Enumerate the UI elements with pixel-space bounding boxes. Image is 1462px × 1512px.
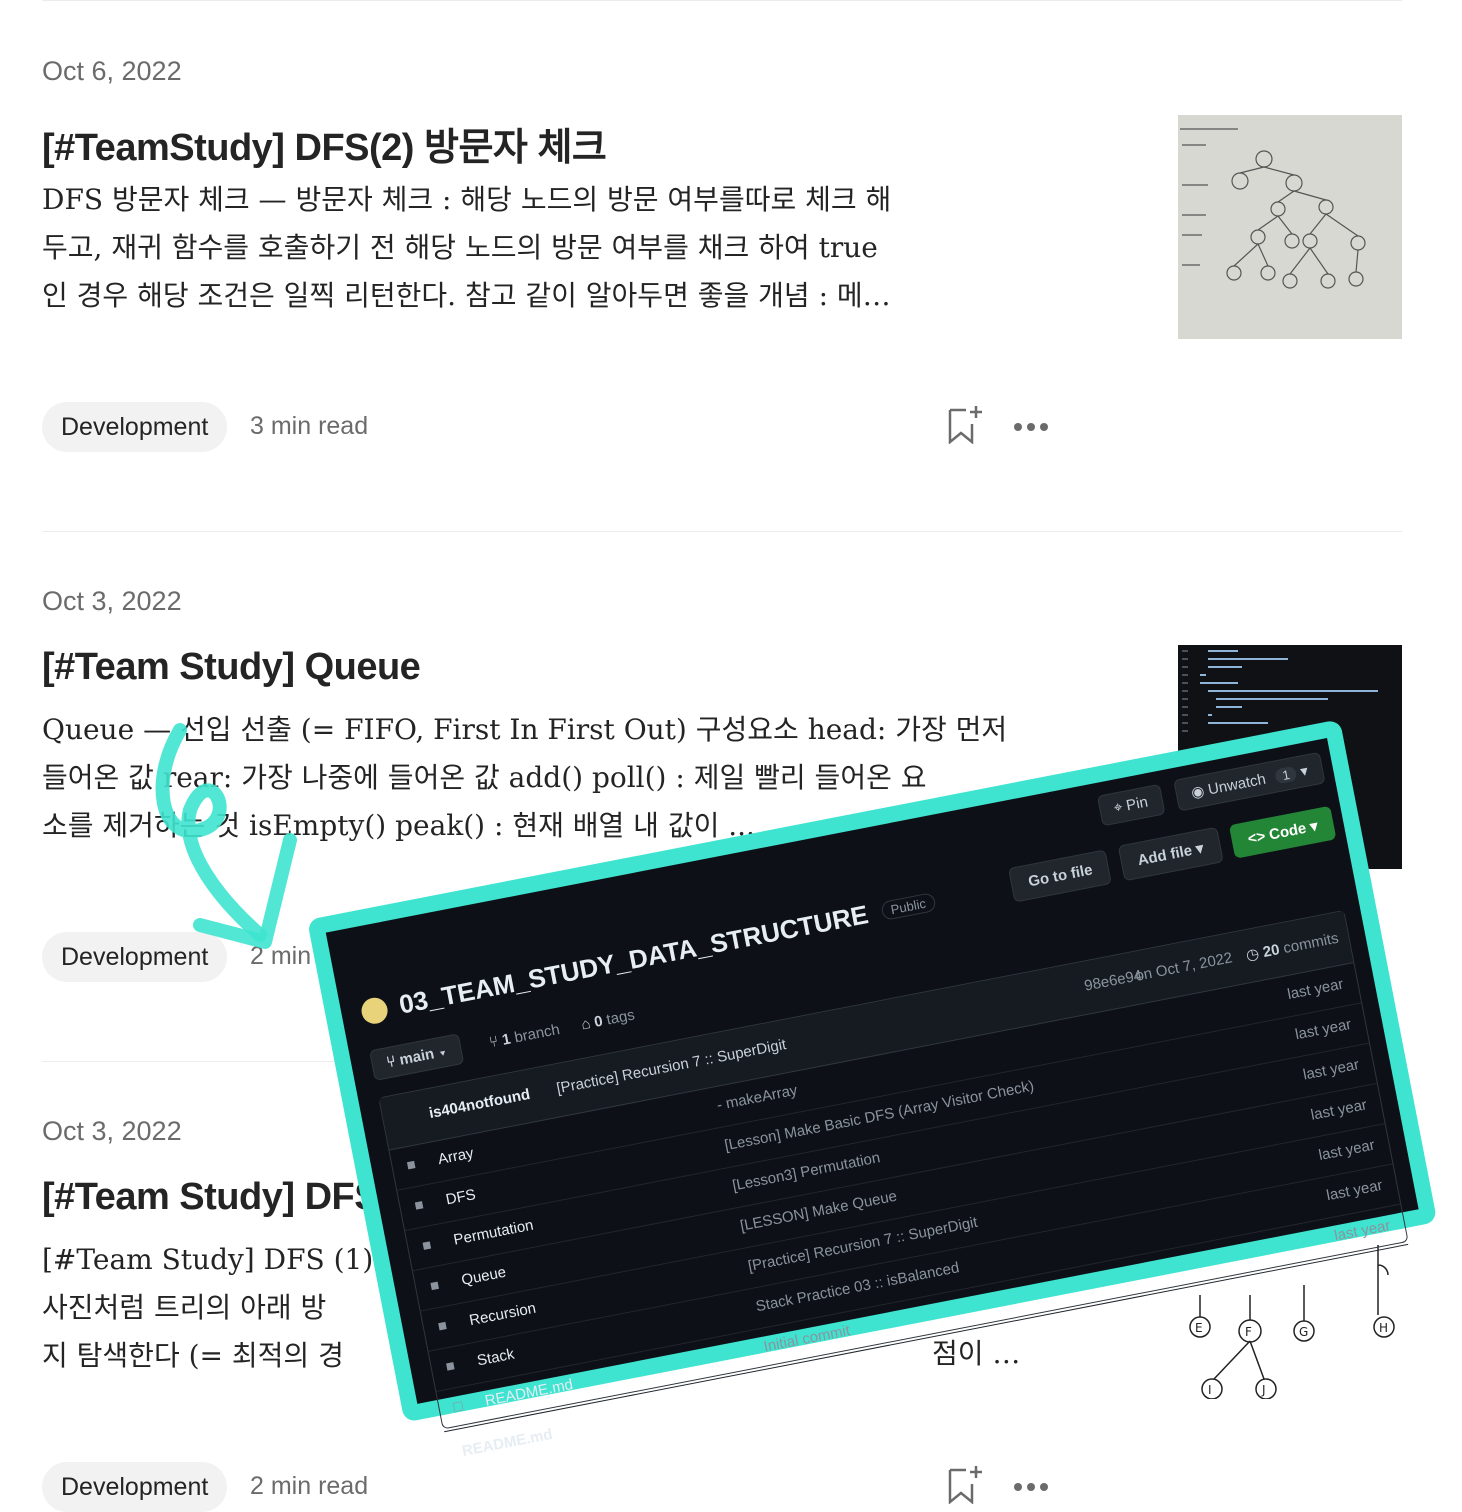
- excerpt-line: 두고, 재귀 함수를 호출하기 전 해당 노드의 방문 여부를 채크 하여 tr…: [42, 231, 878, 264]
- file-time: last year: [1301, 1056, 1361, 1084]
- post-thumbnail[interactable]: [1178, 115, 1402, 339]
- svg-text:J: J: [1261, 1383, 1266, 1397]
- repo-file-actions: Go to file Add file ▾ <> Code ▾: [1008, 805, 1337, 903]
- tag-development[interactable]: Development: [42, 402, 228, 452]
- chevron-down-icon: ▾: [1194, 839, 1206, 858]
- add-file-label: Add file: [1136, 842, 1194, 870]
- branch-selector[interactable]: ⑂ main ▾: [369, 1033, 465, 1081]
- branch-icon: ⑂: [385, 1052, 398, 1072]
- file-name[interactable]: Stack: [476, 1346, 516, 1370]
- excerpt-line: DFS 방문자 체크 — 방문자 체크 : 해당 노드의 방문 여부를따로 체크…: [42, 183, 892, 216]
- svg-text:I: I: [1208, 1383, 1212, 1397]
- file-time: last year: [1317, 1136, 1377, 1165]
- read-time: 2 min read: [250, 1472, 369, 1500]
- code-label: Code: [1267, 819, 1308, 844]
- post-date: Oct 3, 2022: [42, 586, 182, 616]
- file-name[interactable]: Queue: [460, 1264, 507, 1289]
- clock-icon: ◷: [1244, 945, 1261, 965]
- tags-link[interactable]: ⌂ 0 tags: [580, 1006, 636, 1033]
- branches-word: branch: [512, 1020, 562, 1047]
- hand-drawn-arrow-icon: [155, 723, 297, 949]
- more-options-icon[interactable]: [1012, 1481, 1050, 1493]
- post-date: Oct 3, 2022: [42, 1116, 182, 1146]
- commits-link[interactable]: ◷ 20 commits: [1244, 929, 1340, 965]
- svg-text:H: H: [1379, 1321, 1388, 1335]
- folder-icon: ■: [444, 1357, 457, 1376]
- post-excerpt[interactable]: DFS 방문자 체크 — 방문자 체크 : 해당 노드의 방문 여부를따로 체크…: [42, 176, 1052, 320]
- folder-icon: ■: [428, 1276, 441, 1296]
- file-name[interactable]: DFS: [444, 1186, 477, 1208]
- file-name[interactable]: Array: [437, 1145, 475, 1169]
- svg-text:F: F: [1245, 1325, 1252, 1339]
- file-commit-message[interactable]: Initial commit: [762, 1322, 851, 1355]
- add-file-button[interactable]: Add file ▾: [1117, 826, 1224, 882]
- file-name[interactable]: Recursion: [468, 1300, 538, 1330]
- unwatch-count: 1: [1274, 765, 1298, 785]
- folder-icon: ■: [405, 1155, 418, 1175]
- folder-icon: ■: [420, 1236, 433, 1255]
- unwatch-button[interactable]: ◉ Unwatch 1 ▾: [1173, 751, 1326, 812]
- post-title[interactable]: [#TeamStudy] DFS(2) 방문자 체크: [42, 116, 607, 171]
- post-date: Oct 6, 2022: [42, 56, 182, 86]
- svg-text:E: E: [1195, 1321, 1203, 1335]
- more-options-icon[interactable]: [1012, 421, 1050, 433]
- read-time: 3 min read: [250, 412, 369, 440]
- repo-name[interactable]: 03_TEAM_STUDY_DATA_STRUCTURE: [396, 899, 870, 1020]
- file-name[interactable]: Permutation: [452, 1217, 535, 1249]
- tags-count: 0: [592, 1012, 605, 1031]
- bookmark-add-icon[interactable]: [946, 404, 984, 444]
- repo-avatar: [359, 995, 390, 1026]
- branches-count: 1: [500, 1030, 513, 1049]
- folder-icon: ■: [436, 1316, 449, 1336]
- branches-link[interactable]: ⑂ 1 branch: [488, 1021, 562, 1051]
- commit-author[interactable]: is404notfound: [428, 1086, 532, 1122]
- file-time: last year: [1332, 1217, 1392, 1245]
- file-time: last year: [1285, 975, 1345, 1004]
- chevron-down-icon: ▾: [1308, 817, 1320, 836]
- go-to-file-button[interactable]: Go to file: [1008, 849, 1113, 903]
- branch-label: main: [398, 1045, 436, 1069]
- post-title[interactable]: [#Team Study] DFS: [42, 1176, 380, 1219]
- commits-word: commits: [1281, 929, 1341, 958]
- post-title[interactable]: [#Team Study] Queue: [42, 646, 421, 689]
- file-commit-message[interactable]: - makeArray: [715, 1082, 798, 1114]
- folder-icon: ■: [412, 1196, 426, 1215]
- pin-button[interactable]: ⌖ Pin: [1096, 783, 1166, 827]
- visibility-badge: Public: [880, 892, 937, 921]
- branch-icon: ⑂: [487, 1032, 500, 1052]
- chevron-down-icon: ▾: [1298, 762, 1310, 781]
- pin-icon: ⌖: [1112, 798, 1124, 817]
- code-icon: <>: [1246, 827, 1267, 848]
- unwatch-label: Unwatch: [1206, 770, 1268, 799]
- file-icon: □: [452, 1397, 465, 1416]
- pin-label: Pin: [1124, 793, 1150, 815]
- chevron-down-icon: ▾: [436, 1042, 449, 1062]
- excerpt-line: 인 경우 해당 조건은 일찍 리턴한다. 참고 같이 알아두면 좋을 개념 : …: [42, 279, 891, 312]
- tags-word: tags: [605, 1006, 637, 1029]
- whiteboard-tree-image: [1178, 115, 1402, 339]
- file-time: last year: [1325, 1176, 1384, 1205]
- file-name[interactable]: README.md: [483, 1376, 574, 1410]
- post-card[interactable]: Oct 6, 2022 [#TeamStudy] DFS(2) 방문자 체크 D…: [42, 0, 1402, 530]
- tag-icon: ⌂: [579, 1014, 592, 1034]
- bookmark-add-icon[interactable]: [946, 1464, 984, 1504]
- svg-text:G: G: [1299, 1325, 1308, 1339]
- commits-count: 20: [1261, 941, 1282, 962]
- file-time: last year: [1309, 1096, 1369, 1124]
- tag-development[interactable]: Development: [42, 1462, 228, 1512]
- code-button[interactable]: <> Code ▾: [1228, 805, 1337, 859]
- eye-icon: ◉: [1189, 782, 1206, 802]
- file-time: last year: [1293, 1015, 1353, 1044]
- commit-date: on Oct 7, 2022: [1133, 949, 1234, 985]
